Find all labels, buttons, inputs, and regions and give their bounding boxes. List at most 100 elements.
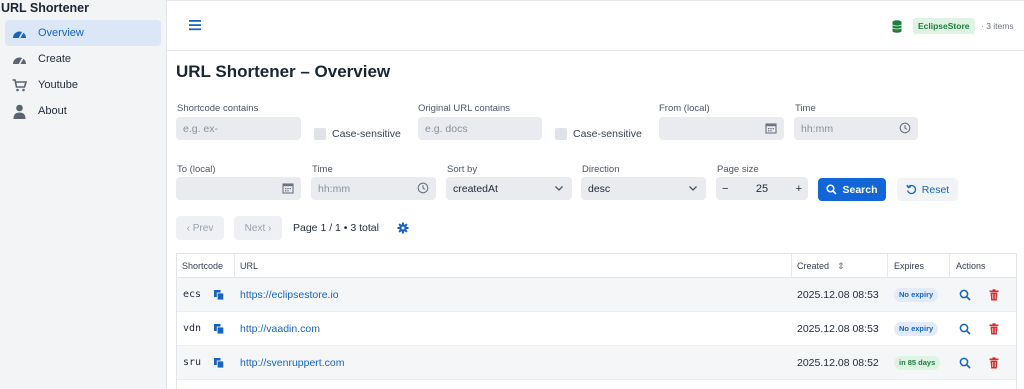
url-link[interactable]: https://eclipsestore.io [240, 289, 339, 301]
column-divider[interactable] [949, 254, 950, 277]
page-size-stepper[interactable]: − 25 + [716, 177, 808, 200]
direction-select[interactable]: desc [581, 177, 706, 200]
direction-value: desc [588, 182, 611, 195]
shortcode-label: Shortcode contains [177, 103, 259, 114]
sort-by-select[interactable]: createdAt [446, 177, 572, 200]
clock-icon[interactable] [417, 182, 429, 194]
time-from-label: Time [795, 103, 816, 114]
user-tie-icon [11, 103, 27, 119]
checkbox-label: Case-sensitive [573, 128, 642, 140]
sidebar-item-label: Overview [38, 27, 84, 39]
trash-icon[interactable] [989, 323, 999, 338]
copy-icon[interactable] [213, 289, 225, 304]
shortcode-cell: sru [183, 357, 202, 368]
expiry-badge: No expiry [894, 288, 939, 302]
reset-icon [906, 184, 917, 195]
checkbox-box[interactable] [314, 128, 326, 140]
gear-icon[interactable] [397, 222, 409, 237]
urls-table: Shortcode URL Created ⇕ Expires Actions … [176, 253, 1017, 389]
page-size-value: 25 [755, 182, 769, 195]
calendar-icon[interactable] [765, 122, 777, 134]
column-header-shortcode[interactable]: Shortcode [182, 261, 223, 271]
time-to-input[interactable]: hh:mm [311, 177, 436, 200]
speedometer-icon [11, 51, 27, 67]
search-icon [826, 184, 838, 195]
sidebar-item-about[interactable]: About [5, 98, 161, 124]
reset-button[interactable]: Reset [897, 178, 958, 201]
sort-by-label: Sort by [447, 164, 478, 175]
case-sensitive-url-checkbox[interactable]: Case-sensitive [555, 128, 642, 140]
page-info: Page 1 / 1 • 3 total [293, 222, 379, 234]
chevron-down-icon [687, 182, 699, 194]
to-date-input[interactable] [176, 177, 301, 200]
sort-indicator-icon[interactable]: ⇕ [837, 261, 845, 272]
search-icon[interactable] [959, 357, 971, 372]
increment-button[interactable]: + [796, 183, 802, 195]
shortcode-cell: ecs [183, 289, 202, 300]
trash-icon[interactable] [989, 289, 999, 304]
sidebar-item-youtube[interactable]: Youtube [5, 72, 161, 98]
sort-by-value: createdAt [453, 182, 498, 195]
clock-icon[interactable] [899, 122, 911, 134]
shortcode-input[interactable]: e.g. ex- [176, 117, 301, 140]
url-filter-input[interactable]: e.g. docs [418, 117, 542, 140]
from-date-input[interactable] [659, 117, 784, 140]
time-placeholder: hh:mm [318, 182, 351, 195]
table-row[interactable]: sru http://svenruppert.com 2025.12.08 08… [177, 346, 1016, 380]
copy-icon[interactable] [213, 323, 225, 338]
expiry-badge: No expiry [894, 322, 939, 336]
hamburger-menu-icon[interactable] [188, 18, 202, 32]
case-sensitive-shortcode-checkbox[interactable]: Case-sensitive [314, 128, 401, 140]
search-button[interactable]: Search [818, 178, 886, 201]
direction-label: Direction [582, 164, 620, 175]
to-date-label: To (local) [177, 164, 216, 175]
table-row[interactable]: ecs https://eclipsestore.io 2025.12.08 0… [177, 278, 1016, 312]
column-header-url[interactable]: URL [240, 261, 258, 271]
expiry-badge: in 85 days [894, 356, 941, 370]
search-icon[interactable] [959, 323, 971, 338]
calendar-icon[interactable] [282, 182, 294, 194]
column-divider[interactable] [791, 254, 792, 277]
sidebar: URL Shortener Overview Create Youtube Ab… [0, 0, 167, 389]
trash-icon[interactable] [989, 357, 999, 372]
column-header-created[interactable]: Created [797, 261, 829, 271]
sidebar-item-label: Youtube [38, 79, 78, 91]
sidebar-item-label: About [38, 105, 67, 117]
created-cell: 2025.12.08 08:53 [797, 323, 879, 335]
from-date-label: From (local) [659, 103, 710, 114]
sidebar-item-label: Create [38, 53, 72, 65]
shortcode-cell: vdn [183, 323, 202, 334]
time-placeholder: hh:mm [801, 122, 834, 135]
cart-icon [11, 77, 27, 93]
created-cell: 2025.12.08 08:53 [797, 289, 879, 301]
table-header: Shortcode URL Created ⇕ Expires Actions [177, 254, 1016, 278]
decrement-button[interactable]: − [722, 183, 728, 195]
search-button-label: Search [842, 183, 878, 196]
table-row[interactable]: vdn http://vaadin.com 2025.12.08 08:53 N… [177, 312, 1016, 346]
storage-badge: EclipseStore [913, 18, 975, 34]
sidebar-nav: Overview Create Youtube About [5, 20, 161, 124]
sidebar-item-create[interactable]: Create [5, 46, 161, 72]
column-header-expires[interactable]: Expires [894, 261, 924, 271]
created-cell: 2025.12.08 08:52 [797, 357, 879, 369]
page-title: URL Shortener – Overview [176, 62, 391, 81]
next-page-button[interactable]: Next › [234, 216, 282, 240]
time-to-label: Time [312, 164, 333, 175]
sidebar-item-overview[interactable]: Overview [5, 20, 161, 46]
time-from-input[interactable]: hh:mm [794, 117, 918, 140]
column-header-actions: Actions [956, 261, 986, 271]
url-link[interactable]: http://svenruppert.com [240, 357, 344, 369]
database-icon [892, 20, 902, 36]
checkbox-box[interactable] [555, 128, 567, 140]
checkbox-label: Case-sensitive [332, 128, 401, 140]
copy-icon[interactable] [213, 357, 225, 372]
url-link[interactable]: http://vaadin.com [240, 323, 320, 335]
search-icon[interactable] [959, 289, 971, 304]
page-size-label: Page size [717, 164, 759, 175]
url-filter-label: Original URL contains [418, 103, 511, 114]
speedometer-icon [11, 25, 27, 41]
items-count: · 3 items [981, 21, 1014, 31]
column-divider[interactable] [887, 254, 888, 277]
prev-page-button[interactable]: ‹ Prev [176, 216, 224, 240]
column-divider[interactable] [234, 254, 235, 277]
